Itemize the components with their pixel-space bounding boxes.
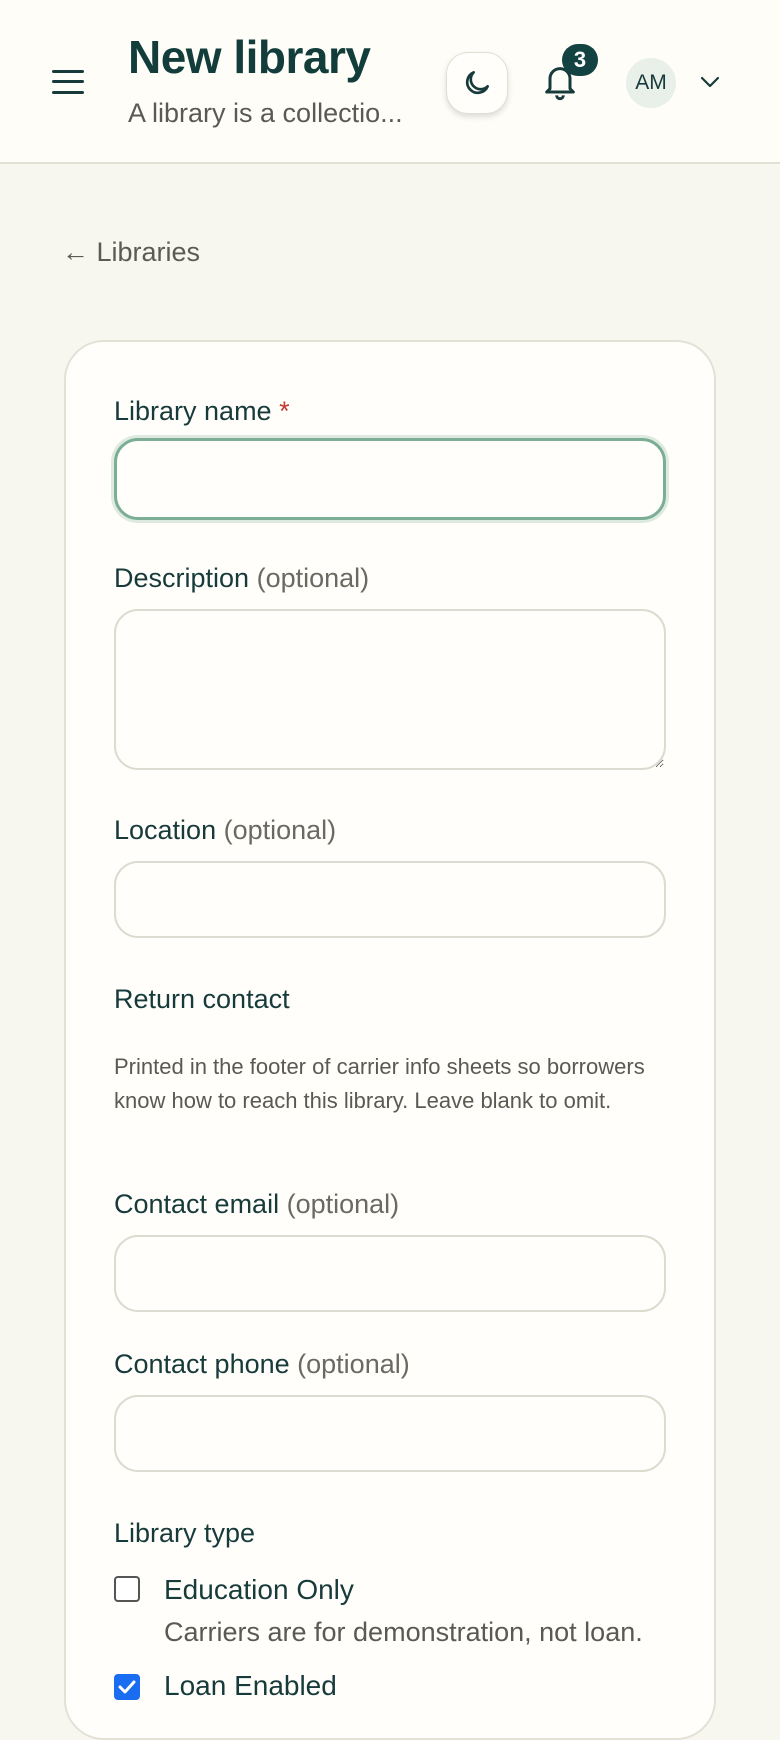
loan-enabled-label[interactable]: Loan Enabled xyxy=(164,1670,337,1702)
contact-phone-optional: (optional) xyxy=(297,1349,410,1379)
account-menu-button[interactable] xyxy=(698,72,722,92)
return-contact-heading: Return contact xyxy=(114,984,290,1014)
contact-email-label: Contact email (optional) xyxy=(114,1189,399,1220)
contact-email-input[interactable] xyxy=(114,1235,666,1312)
required-mark: * xyxy=(279,396,290,426)
page-title: New library xyxy=(128,31,371,83)
app-header: New library A library is a collectio... … xyxy=(0,0,780,164)
avatar[interactable]: AM xyxy=(626,58,676,108)
location-label-text: Location xyxy=(114,815,217,845)
menu-icon[interactable] xyxy=(52,68,84,96)
contact-email-optional: (optional) xyxy=(286,1189,400,1219)
contact-phone-input[interactable] xyxy=(114,1395,666,1472)
moon-icon xyxy=(465,71,489,95)
location-input[interactable] xyxy=(114,861,666,938)
education-only-description: Carriers are for demonstration, not loan… xyxy=(164,1617,643,1647)
chevron-down-icon xyxy=(700,76,720,88)
library-name-input[interactable] xyxy=(114,438,666,520)
education-only-label[interactable]: Education Only xyxy=(164,1574,354,1606)
description-optional: (optional) xyxy=(256,563,370,593)
description-textarea[interactable] xyxy=(114,609,666,770)
education-only-checkbox[interactable] xyxy=(114,1576,140,1602)
location-label: Location (optional) xyxy=(114,815,336,846)
location-optional: (optional) xyxy=(223,815,337,845)
theme-toggle-button[interactable] xyxy=(446,52,508,114)
contact-phone-label: Contact phone (optional) xyxy=(114,1349,410,1380)
back-to-libraries-link[interactable]: ← Libraries xyxy=(62,237,200,268)
notification-badge: 3 xyxy=(562,44,598,76)
description-label-text: Description xyxy=(114,563,250,593)
contact-email-label-text: Contact email xyxy=(114,1189,280,1219)
contact-phone-label-text: Contact phone xyxy=(114,1349,290,1379)
return-contact-help: Printed in the footer of carrier info sh… xyxy=(114,1054,645,1113)
library-name-label: Library name * xyxy=(114,396,290,427)
library-type-heading: Library type xyxy=(114,1518,256,1548)
checkmark-icon xyxy=(118,1680,136,1694)
loan-enabled-checkbox[interactable] xyxy=(114,1674,140,1700)
page-subtitle: A library is a collectio... xyxy=(128,98,403,128)
description-label: Description (optional) xyxy=(114,563,369,594)
library-name-label-text: Library name xyxy=(114,396,272,426)
